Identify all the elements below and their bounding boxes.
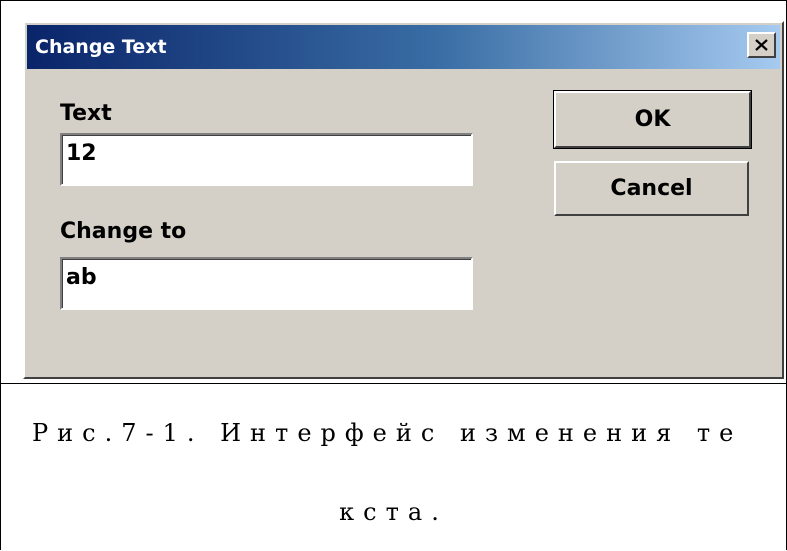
cancel-button[interactable]: Cancel	[554, 161, 749, 216]
text-label: Text	[60, 101, 112, 126]
dialog-titlebar[interactable]: Change Text	[27, 25, 780, 69]
ok-button[interactable]: OK	[553, 90, 752, 149]
figure-caption: Рис.7-1. Интерфейс изменения те кста.	[0, 383, 787, 551]
close-icon	[755, 39, 768, 51]
caption-line-2: кста.	[339, 498, 448, 526]
caption-line-1: Рис.7-1. Интерфейс изменения те	[32, 419, 743, 447]
close-button[interactable]	[747, 32, 776, 58]
change-to-label: Change to	[60, 219, 187, 244]
text-field-value: 12	[66, 141, 97, 166]
dialog-title: Change Text	[35, 36, 167, 58]
change-to-field-value: ab	[66, 265, 97, 290]
change-text-dialog: Change Text Text 12 Change to ab OK Canc…	[23, 21, 784, 379]
text-field[interactable]: 12	[60, 133, 473, 186]
change-to-field[interactable]: ab	[60, 257, 473, 310]
